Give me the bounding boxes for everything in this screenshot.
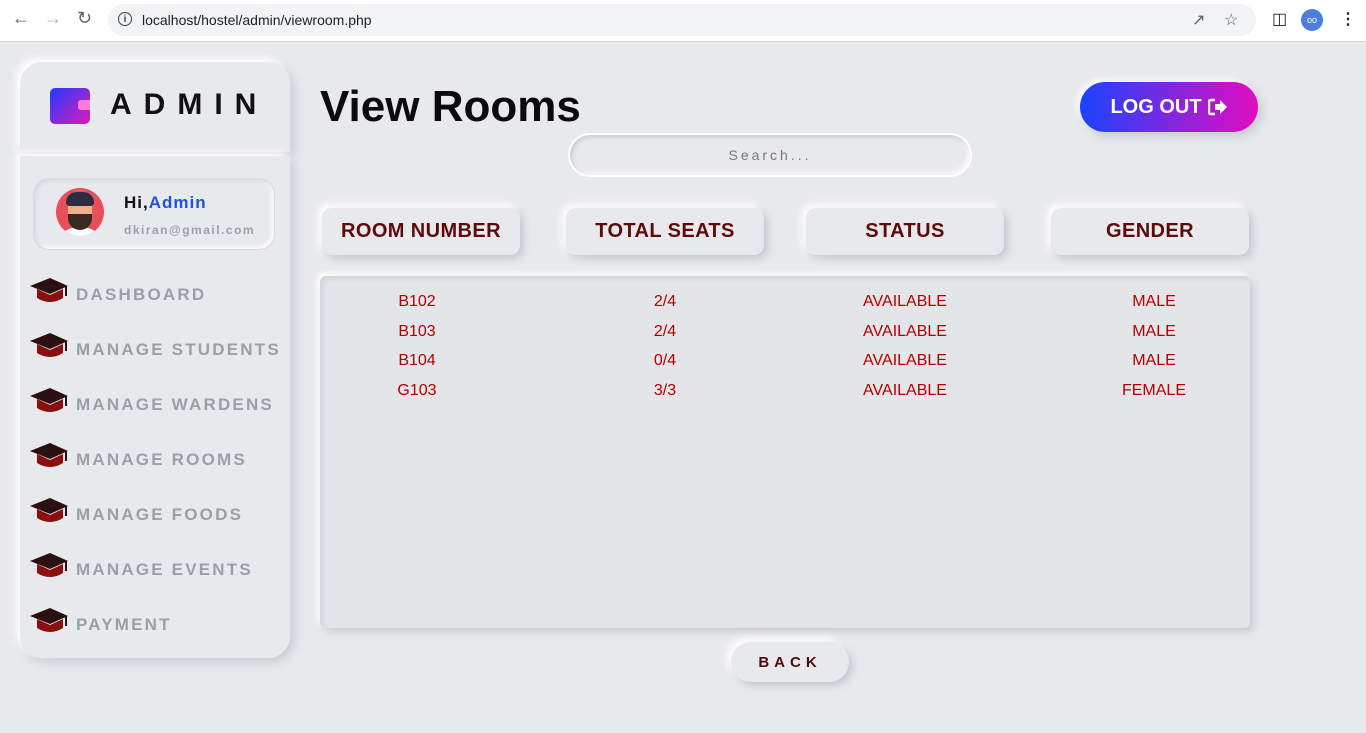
- back-button[interactable]: BACK: [731, 642, 849, 682]
- menu-kebab-icon[interactable]: ⋮: [1340, 9, 1356, 29]
- cell-status: AVAILABLE: [863, 323, 947, 340]
- admin-logo-card: ADMIN: [20, 62, 290, 152]
- side-panel-icon[interactable]: ◫: [1272, 9, 1287, 29]
- column-header-room-number: ROOM NUMBER: [322, 208, 520, 255]
- column-header-total-seats: TOTAL SEATS: [566, 208, 764, 255]
- sidebar-item-label: MANAGE FOODS: [76, 505, 244, 524]
- cell-room-number: B102: [398, 293, 436, 310]
- cell-total-seats: 2/4: [653, 293, 677, 310]
- graduation-cap-icon: [30, 553, 68, 577]
- forward-arrow-icon[interactable]: →: [44, 8, 62, 29]
- cell-room-number: B104: [398, 352, 436, 369]
- graduation-cap-icon: [30, 608, 68, 632]
- column-header-status: STATUS: [806, 208, 1004, 255]
- sidebar-item-label: MANAGE EVENTS: [76, 560, 253, 579]
- back-arrow-icon[interactable]: ←: [12, 8, 30, 29]
- wallet-logo-icon: [50, 88, 90, 124]
- sidebar-item-label: DASHBOARD: [76, 285, 207, 304]
- cell-gender: FEMALE: [1121, 382, 1186, 399]
- search-input[interactable]: [568, 133, 972, 177]
- sign-out-icon: [1207, 98, 1227, 116]
- reload-icon[interactable]: ↻: [77, 8, 92, 29]
- graduation-cap-icon: [30, 443, 68, 467]
- cell-room-number: B103: [398, 323, 436, 340]
- cell-status: AVAILABLE: [863, 382, 947, 399]
- cell-gender: MALE: [1132, 293, 1176, 310]
- sidebar-item-label: PAYMENT: [76, 615, 172, 634]
- browser-toolbar: ← → ↻ i localhost/hostel/admin/viewroom.…: [0, 0, 1366, 42]
- cell-total-seats: 3/3: [653, 382, 677, 399]
- page-title: View Rooms: [320, 82, 581, 131]
- logo-text: ADMIN: [110, 88, 269, 121]
- sidebar-item-label: MANAGE STUDENTS: [76, 340, 281, 359]
- sidebar-item-label: MANAGE WARDENS: [76, 395, 274, 414]
- rooms-table: B102 2/4 AVAILABLE MALE B103 2/4 AVAILAB…: [320, 276, 1250, 628]
- user-email: dkiran@gmail.com: [124, 223, 256, 237]
- greeting: Hi,Admin: [124, 193, 207, 213]
- profile-avatar-icon[interactable]: oo: [1301, 9, 1323, 31]
- sidebar-item-label: MANAGE ROOMS: [76, 450, 247, 469]
- profile-card: Hi,Admin dkiran@gmail.com: [33, 178, 275, 250]
- site-info-icon[interactable]: i: [118, 12, 132, 26]
- user-name: Admin: [148, 193, 207, 212]
- cell-status: AVAILABLE: [863, 352, 947, 369]
- table-row: B104 0/4 AVAILABLE MALE: [320, 352, 1250, 380]
- graduation-cap-icon: [30, 388, 68, 412]
- sidebar: Hi,Admin dkiran@gmail.com DASHBOARD MANA…: [20, 156, 290, 658]
- table-row: B103 2/4 AVAILABLE MALE: [320, 323, 1250, 351]
- share-icon[interactable]: ↗: [1192, 10, 1205, 30]
- graduation-cap-icon: [30, 333, 68, 357]
- address-bar[interactable]: i localhost/hostel/admin/viewroom.php ↗ …: [108, 4, 1256, 36]
- cell-total-seats: 0/4: [653, 352, 677, 369]
- cell-room-number: G103: [397, 382, 437, 399]
- logout-button[interactable]: LOG OUT: [1080, 82, 1258, 132]
- bookmark-star-icon[interactable]: ☆: [1224, 10, 1238, 30]
- table-row: G103 3/3 AVAILABLE FEMALE: [320, 382, 1250, 410]
- avatar: [56, 188, 104, 236]
- cell-gender: MALE: [1132, 352, 1176, 369]
- cell-gender: MALE: [1132, 323, 1176, 340]
- graduation-cap-icon: [30, 278, 68, 302]
- table-row: B102 2/4 AVAILABLE MALE: [320, 293, 1250, 321]
- cell-total-seats: 2/4: [653, 323, 677, 340]
- column-header-gender: GENDER: [1051, 208, 1249, 255]
- cell-status: AVAILABLE: [863, 293, 947, 310]
- logout-label: LOG OUT: [1110, 95, 1202, 118]
- graduation-cap-icon: [30, 498, 68, 522]
- url-text: localhost/hostel/admin/viewroom.php: [142, 12, 372, 28]
- greeting-text: Hi,: [124, 193, 149, 212]
